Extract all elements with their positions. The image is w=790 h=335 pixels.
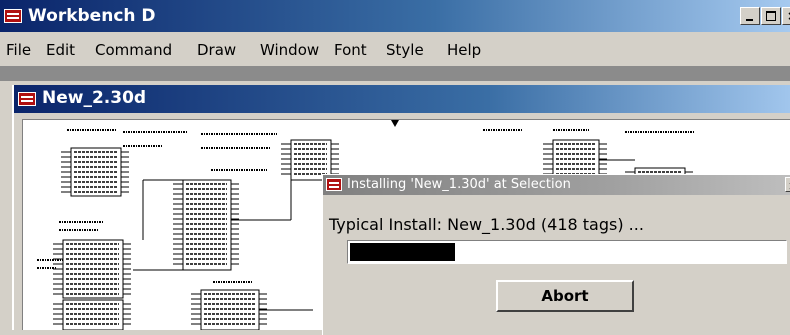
menu-font[interactable]: Font — [334, 41, 367, 59]
toolbar-strip — [0, 66, 790, 81]
menu-style[interactable]: Style — [386, 41, 424, 59]
document-title: New_2.30d — [42, 88, 147, 108]
close-icon: × — [783, 8, 790, 24]
menu-draw[interactable]: Draw — [197, 41, 236, 59]
abort-button[interactable]: Abort — [496, 280, 634, 312]
app-logo-icon — [4, 9, 22, 23]
progress-bar — [347, 240, 787, 264]
menu-edit[interactable]: Edit — [46, 41, 75, 59]
maximize-button[interactable] — [761, 7, 781, 25]
menu-command[interactable]: Command — [95, 41, 172, 59]
app-logo-icon — [18, 92, 36, 106]
dialog-close-button[interactable]: × — [785, 177, 790, 193]
menu-help[interactable]: Help — [447, 41, 481, 59]
insertion-marker-icon — [391, 120, 399, 127]
app-logo-icon — [326, 178, 342, 191]
install-dialog: Installing 'New_1.30d' at Selection × Ty… — [322, 174, 790, 335]
minimize-button[interactable] — [740, 7, 760, 25]
app-titlebar[interactable]: Workbench D × — [0, 0, 790, 32]
progress-fill — [350, 243, 455, 261]
menu-bar: File Edit Command Draw Window Font Style… — [0, 32, 790, 66]
document-titlebar[interactable]: New_2.30d — [14, 85, 790, 113]
dialog-title: Installing 'New_1.30d' at Selection — [347, 177, 571, 192]
install-message: Typical Install: New_1.30d (418 tags) ..… — [329, 215, 644, 234]
close-button[interactable]: × — [782, 7, 790, 25]
app-title: Workbench D — [28, 6, 156, 26]
dialog-titlebar[interactable]: Installing 'New_1.30d' at Selection × — [323, 175, 790, 195]
menu-file[interactable]: File — [6, 41, 31, 59]
close-icon: × — [786, 178, 790, 193]
menu-window[interactable]: Window — [260, 41, 319, 59]
